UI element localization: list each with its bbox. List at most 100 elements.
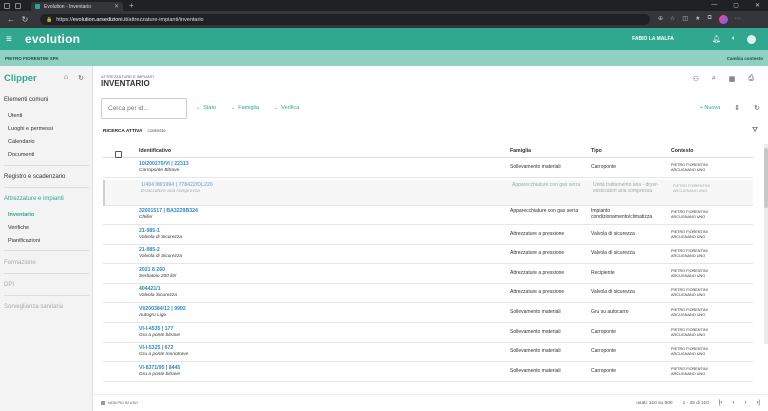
scrollbar-thumb[interactable] bbox=[764, 148, 768, 208]
user-settings-icon[interactable]: ⚇ bbox=[693, 75, 699, 83]
table-row[interactable]: 2021 8 260 Serbatoio 200 litri Attrezzatur… bbox=[103, 265, 753, 284]
scrollbar[interactable] bbox=[764, 144, 768, 344]
profile-avatar[interactable] bbox=[718, 15, 728, 24]
first-page-icon[interactable]: |‹ bbox=[719, 400, 723, 406]
window-menu-icon[interactable] bbox=[4, 2, 10, 9]
reload-icon[interactable]: ↻ bbox=[18, 15, 32, 24]
sidebar-group-sorveglianza[interactable]: Sorveglianza sanitaria bbox=[0, 304, 93, 310]
browser-tab[interactable]: Evolution - Inventario ✕ bbox=[31, 2, 123, 11]
table-row[interactable]: 10/200270/VI | 22313 Carroponte Bitrave So… bbox=[103, 159, 753, 178]
browser-tabbar: Evolution - Inventario ✕ + — ▢ ✕ bbox=[0, 0, 768, 11]
home-icon[interactable]: ⌂ bbox=[64, 74, 68, 82]
page-title: INVENTARIO bbox=[101, 79, 150, 88]
row-contesto: PIETRO FIORENTINI ARCUGNANO UNO bbox=[671, 328, 731, 337]
row-identifier[interactable]: VI-I-5325 | 672 bbox=[139, 345, 173, 351]
next-page-icon[interactable]: › bbox=[744, 400, 746, 406]
filter-famiglia[interactable]: ⌄ Famiglia bbox=[231, 105, 259, 111]
sidebar-group-dpi[interactable]: DPI bbox=[0, 282, 93, 288]
sidebar-item-luoghi[interactable]: Luoghi e permessi bbox=[0, 126, 93, 132]
table-row[interactable]: VI/200384/12 | 9902 Autogru Ligo Sollevame… bbox=[103, 304, 753, 323]
close-tab-icon[interactable]: ✕ bbox=[114, 3, 119, 10]
sort-icon[interactable]: ⇕ bbox=[734, 104, 740, 112]
new-tab-icon[interactable]: + bbox=[129, 1, 134, 10]
table-row[interactable]: VI-8371/95 | 8445 Gru a ponte bitrave Soll… bbox=[103, 363, 753, 382]
sidebar-group-elementi-comuni[interactable]: Elementi comuni bbox=[0, 97, 93, 103]
sidebar-item-calendario[interactable]: Calendario bbox=[0, 139, 93, 145]
star-icon[interactable]: ☆ bbox=[670, 15, 675, 24]
tab-groups-icon[interactable] bbox=[15, 2, 21, 9]
sidebar-item-pianificazioni[interactable]: Pianificazioni bbox=[0, 238, 93, 244]
reload-list-icon[interactable]: ↻ bbox=[754, 104, 760, 112]
row-tipo: Valvola di sicurezza bbox=[591, 250, 635, 256]
row-identifier[interactable]: VI/200384/12 | 9902 bbox=[139, 306, 186, 312]
last-page-icon[interactable]: ›| bbox=[756, 400, 760, 406]
column-header-famiglia[interactable]: Famiglia bbox=[510, 148, 531, 154]
sidebar-item-utenti[interactable]: Utenti bbox=[0, 113, 93, 119]
search-input[interactable]: Cerca per id... bbox=[101, 98, 187, 119]
active-search: RICERCA ATTIVA contesto bbox=[103, 129, 166, 134]
export-icon[interactable]: ⎙ bbox=[748, 75, 754, 83]
url-field[interactable]: 🔒 https://evolution.arsedizioni.it/attre… bbox=[40, 14, 650, 25]
table-row[interactable]: 1/404 IM/1994 | 778422/DL220 Essiccatore … bbox=[103, 180, 753, 206]
table-row[interactable]: 21-985-2 Valvola di Sicurezza Attrezzature… bbox=[103, 245, 753, 264]
sidebar-item-documenti[interactable]: Documenti bbox=[0, 152, 93, 158]
theme-toggle-icon[interactable]: ◐ bbox=[732, 35, 736, 44]
row-contesto-line2: ARCUGNANO UNO bbox=[673, 188, 708, 193]
minimize-icon[interactable]: — bbox=[711, 2, 717, 9]
table-row[interactable]: VI-I-4535 | 177 Gru a ponte bitrave Sollev… bbox=[103, 324, 753, 343]
collections-icon[interactable]: ⧉ bbox=[707, 15, 711, 24]
more-icon[interactable]: ⋯ bbox=[735, 15, 741, 24]
row-identifier[interactable]: VI-I-4535 | 177 bbox=[139, 326, 173, 332]
clear-filter-icon[interactable]: ⛛ bbox=[752, 127, 758, 135]
sidebar-group-attrezzature[interactable]: Attrezzature e impianti bbox=[0, 196, 93, 202]
close-window-icon[interactable]: ✕ bbox=[755, 2, 760, 9]
user-name[interactable]: FABIO LA MALFA bbox=[632, 36, 674, 42]
row-famiglia: Attrezzature a pressione bbox=[510, 289, 565, 295]
row-identifier[interactable]: 404421/1 bbox=[139, 286, 161, 292]
hamburger-menu-icon[interactable]: ≡ bbox=[6, 34, 20, 45]
avatar[interactable] bbox=[747, 34, 756, 44]
new-button[interactable]: + Nuova bbox=[700, 105, 721, 111]
row-identifier[interactable]: 1/404 IM/1994 | 778422/DL220 bbox=[141, 182, 213, 188]
column-header-contesto[interactable]: Contesto bbox=[671, 148, 693, 154]
row-contesto-line2: ARCUGNANO UNO bbox=[671, 253, 706, 258]
filter-stato[interactable]: ⌄ Stato bbox=[196, 105, 216, 111]
prev-page-icon[interactable]: ‹ bbox=[732, 400, 734, 406]
zoom-icon[interactable]: ⊕ bbox=[658, 15, 663, 24]
table-row[interactable]: 21-985-1 Valvola di Sicurezza Attrezzature… bbox=[103, 226, 753, 245]
sidebar-group-formazione[interactable]: Formazione bbox=[0, 260, 93, 266]
table-row[interactable]: 32001517 | BA3229B324 Chiller Apparecchiat… bbox=[103, 206, 753, 225]
row-identifier[interactable]: 10/200270/VI | 22313 bbox=[139, 161, 189, 167]
row-identifier[interactable]: 2021 8 260 bbox=[139, 267, 165, 273]
refresh-icon[interactable]: ↻ bbox=[78, 74, 84, 82]
row-identifier[interactable]: 32001517 | BA3229B324 bbox=[139, 208, 198, 214]
bell-icon[interactable]: 🔔︎ bbox=[712, 35, 721, 44]
row-contesto: PIETRO FIORENTINI ARCUGNANO UNO bbox=[671, 288, 731, 297]
row-famiglia: Sollevamento materiali bbox=[510, 164, 561, 170]
table-footer: NON PIÙ IN USO usati: 110 su 500 1 - 25 … bbox=[93, 394, 768, 411]
sidebar-item-verifiche[interactable]: Verifiche bbox=[0, 225, 93, 231]
change-context-link[interactable]: Cambia contesto bbox=[727, 56, 763, 61]
url-path: /attrezzature-impianti/inventario bbox=[126, 16, 204, 23]
sidebar-group-registro[interactable]: Registro e scadenzario bbox=[0, 174, 93, 180]
favorites-icon[interactable]: ★ bbox=[695, 15, 700, 24]
maximize-icon[interactable]: ▢ bbox=[733, 2, 739, 9]
filter-label: Verifica bbox=[281, 105, 300, 111]
table-row[interactable]: 404421/1 Valvola Sicurezza Attrezzature a … bbox=[103, 284, 753, 303]
search-icon[interactable]: ⌕ bbox=[712, 75, 716, 83]
calculator-icon[interactable]: ▦ bbox=[729, 75, 736, 83]
select-all-checkbox[interactable] bbox=[115, 151, 122, 158]
row-identifier[interactable]: VI-8371/95 | 8445 bbox=[139, 365, 180, 371]
row-tipo: Gru su autocarro bbox=[591, 309, 629, 315]
column-header-identificativo[interactable]: Identificativo bbox=[139, 148, 171, 154]
row-tipo: Impianto condizionamento/climatizza bbox=[591, 208, 653, 220]
split-icon[interactable]: ◫ bbox=[682, 15, 688, 24]
favicon-icon bbox=[35, 4, 40, 9]
row-identifier[interactable]: 21-985-1 bbox=[139, 228, 160, 234]
table-row[interactable]: VI-I-5325 | 672 Gru a ponte monotrave Soll… bbox=[103, 343, 753, 362]
filter-verifica[interactable]: ⌄ Verifica bbox=[274, 105, 299, 111]
column-header-tipo[interactable]: Tipo bbox=[591, 148, 602, 154]
row-identifier[interactable]: 21-985-2 bbox=[139, 247, 160, 253]
back-icon[interactable]: ← bbox=[4, 15, 18, 24]
sidebar-item-inventario[interactable]: Inventario bbox=[0, 212, 93, 218]
